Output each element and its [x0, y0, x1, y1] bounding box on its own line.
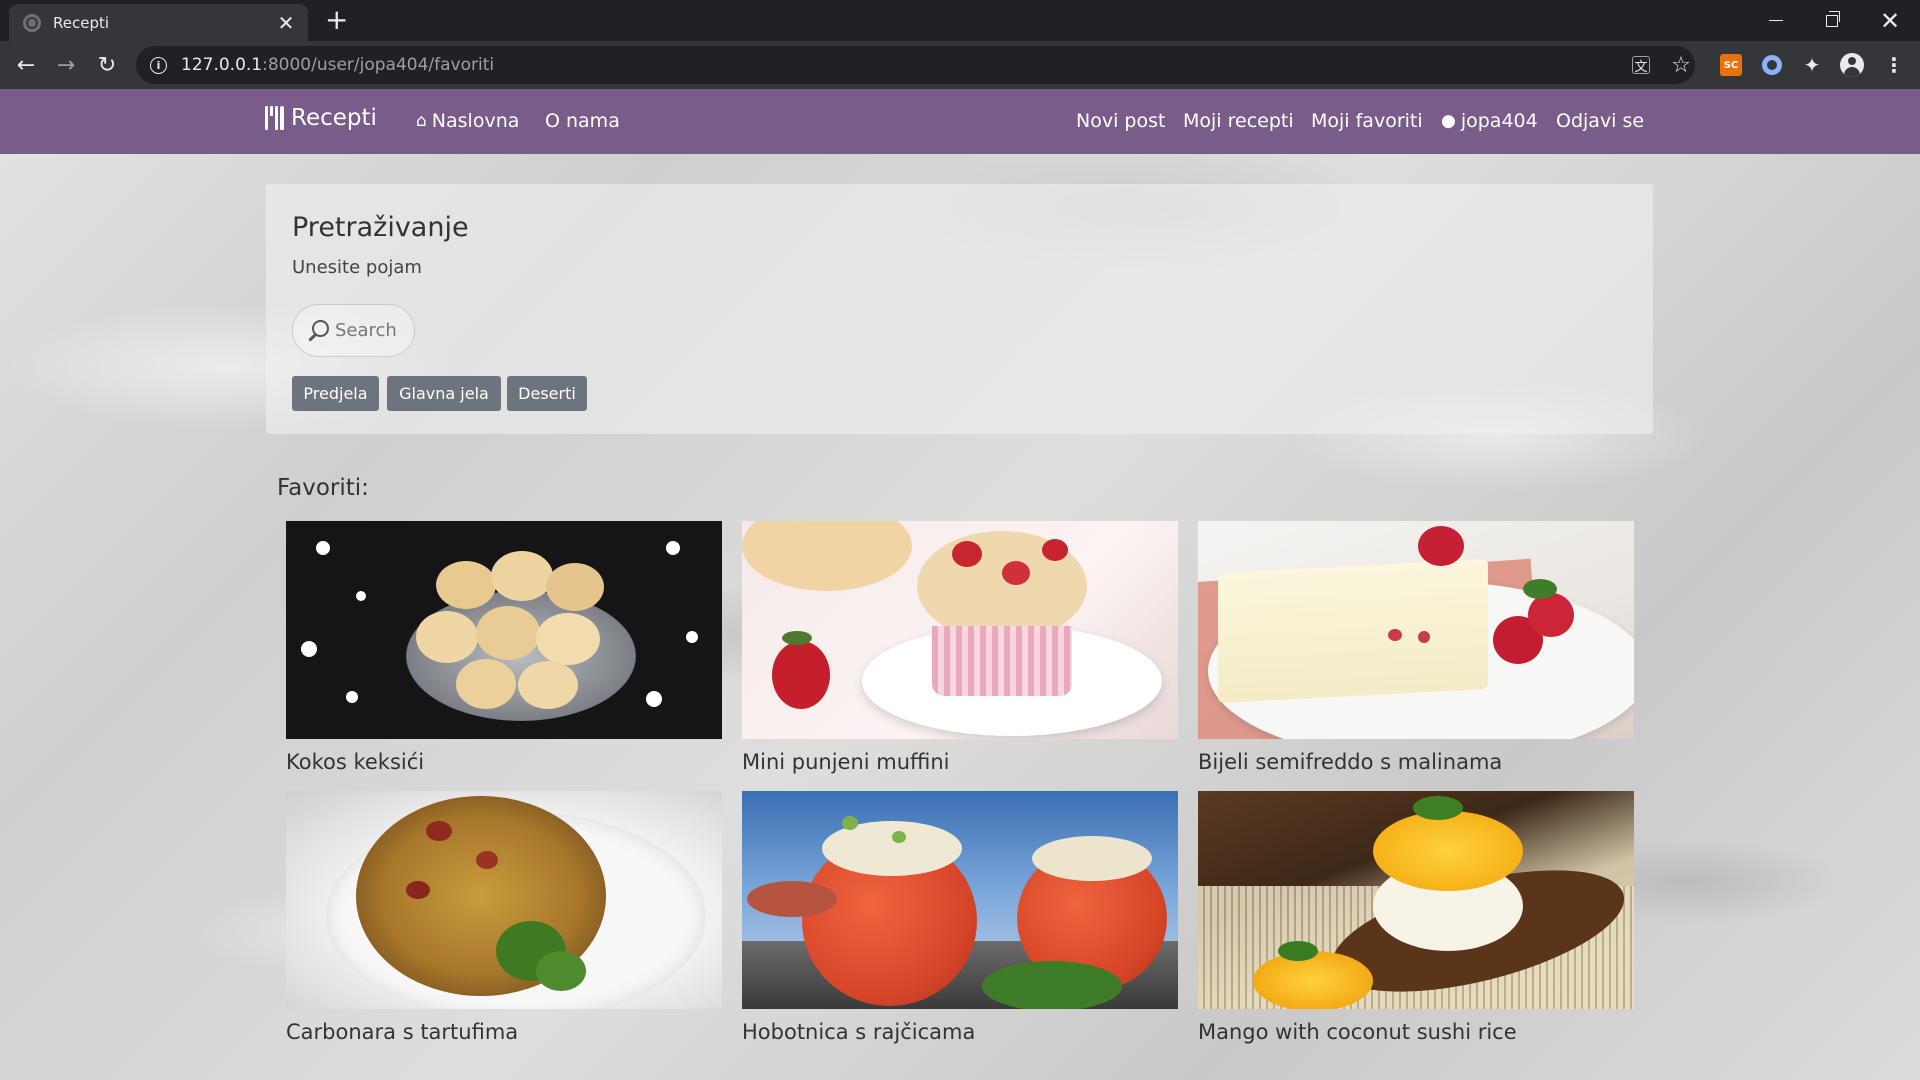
forward-button[interactable]: →	[50, 49, 82, 81]
user-icon: ●	[1441, 111, 1456, 131]
restore-icon	[1826, 10, 1840, 27]
nav-moji-recepti[interactable]: Moji recepti	[1183, 110, 1294, 132]
search-card: Pretraživanje Unesite pojam Predjela Gla…	[266, 184, 1653, 434]
brand-link[interactable]: Recepti	[265, 105, 377, 131]
globe-icon	[23, 13, 41, 32]
address-bar[interactable]: i 127.0.0.1:8000/user/jopa404/favoriti 文…	[136, 46, 1695, 84]
profile-avatar-icon[interactable]	[1840, 53, 1864, 77]
search-input[interactable]	[335, 320, 413, 341]
reload-button[interactable]: ↻	[91, 49, 123, 81]
tab-title: Recepti	[53, 13, 110, 32]
browser-menu-icon[interactable]: ⋮	[1882, 53, 1906, 77]
recipe-title[interactable]: Mini punjeni muffini	[742, 750, 950, 774]
recipe-image[interactable]	[286, 521, 722, 739]
recipe-image[interactable]	[742, 791, 1178, 1009]
recipe-card[interactable]: Hobotnica s rajčicama	[742, 791, 1178, 1044]
browser-tabstrip: Recepti ✕ + ✕	[0, 0, 1920, 41]
site-navbar: Recepti ⌂ Naslovna O nama Novi post Moji…	[0, 89, 1920, 154]
nav-naslovna[interactable]: ⌂ Naslovna	[416, 110, 519, 132]
browser-tab[interactable]: Recepti ✕	[9, 4, 308, 41]
recipe-card[interactable]: Bijeli semifreddo s malinama	[1198, 521, 1634, 774]
recipe-image[interactable]	[286, 791, 722, 1009]
recipe-title[interactable]: Kokos keksići	[286, 750, 424, 774]
nav-o-nama[interactable]: O nama	[545, 110, 620, 132]
page-content: Recepti ⌂ Naslovna O nama Novi post Moji…	[0, 89, 1920, 1080]
search-box[interactable]	[292, 304, 415, 357]
browser-toolbar: ← → ↻ i 127.0.0.1:8000/user/jopa404/favo…	[0, 41, 1920, 89]
recipe-image[interactable]	[1198, 791, 1634, 1009]
nav-odjavi-se[interactable]: Odjavi se	[1556, 110, 1644, 132]
back-button[interactable]: ←	[10, 49, 42, 81]
home-icon: ⌂	[416, 111, 427, 131]
restore-button[interactable]	[1808, 0, 1856, 41]
bookmark-star-icon[interactable]: ☆	[1671, 53, 1691, 78]
recipe-title[interactable]: Carbonara s tartufima	[286, 1020, 518, 1044]
cutlery-icon	[265, 106, 284, 130]
category-deserti-button[interactable]: Deserti	[507, 376, 587, 411]
extension-circle-icon[interactable]	[1760, 53, 1784, 77]
category-predjela-button[interactable]: Predjela	[292, 376, 379, 411]
search-title: Pretraživanje	[292, 212, 469, 243]
favorites-heading: Favoriti:	[277, 475, 369, 501]
brand-label: Recepti	[291, 105, 377, 131]
recipe-image[interactable]	[742, 521, 1178, 739]
close-window-button[interactable]: ✕	[1866, 0, 1914, 41]
nav-novi-post[interactable]: Novi post	[1076, 110, 1165, 132]
minimize-icon	[1769, 20, 1783, 21]
recipe-title[interactable]: Bijeli semifreddo s malinama	[1198, 750, 1502, 774]
recipe-title[interactable]: Hobotnica s rajčicama	[742, 1020, 975, 1044]
translate-icon[interactable]: 文	[1632, 56, 1650, 75]
recipe-title[interactable]: Mango with coconut sushi rice	[1198, 1020, 1517, 1044]
recipe-card[interactable]: Mini punjeni muffini	[742, 521, 1178, 774]
nav-moji-favoriti[interactable]: Moji favoriti	[1311, 110, 1423, 132]
recipe-card[interactable]: Mango with coconut sushi rice	[1198, 791, 1634, 1044]
extension-sc-icon[interactable]: SC	[1720, 54, 1742, 76]
minimize-button[interactable]	[1752, 0, 1800, 41]
search-subtitle: Unesite pojam	[292, 257, 422, 278]
nav-user-profile[interactable]: ● jopa404	[1441, 110, 1538, 132]
recipe-card[interactable]: Carbonara s tartufima	[286, 791, 722, 1044]
category-glavna-jela-button[interactable]: Glavna jela	[387, 376, 501, 411]
close-tab-icon[interactable]: ✕	[276, 13, 296, 33]
search-icon	[307, 319, 329, 342]
recipe-card[interactable]: Kokos keksići	[286, 521, 722, 774]
extensions-puzzle-icon[interactable]: ✦	[1800, 53, 1824, 77]
new-tab-button[interactable]: +	[325, 6, 348, 34]
url-text[interactable]: 127.0.0.1:8000/user/jopa404/favoriti	[181, 55, 494, 75]
site-info-icon[interactable]: i	[150, 56, 167, 74]
recipe-image[interactable]	[1198, 521, 1634, 739]
